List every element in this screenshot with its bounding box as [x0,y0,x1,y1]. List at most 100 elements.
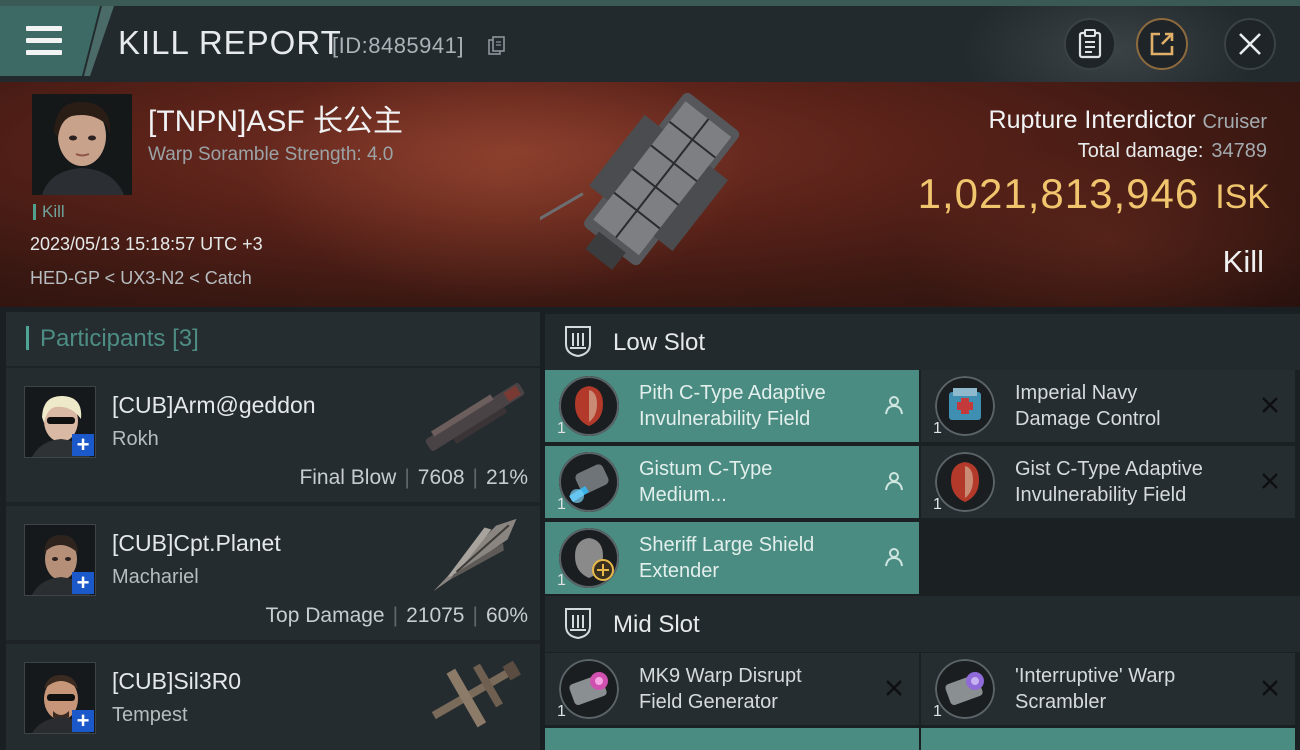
participant-role: Top Damage [265,604,385,627]
module-icon [559,452,619,512]
module-icon [559,528,619,588]
participant-damage: 7608 [417,466,465,489]
ship-class: Cruiser [1202,111,1267,133]
module-name: Gistum C-Type Medium... [639,458,773,506]
kill-tag: Kill [33,203,65,220]
victim-ship[interactable]: Rupture Interdictor Cruiser [989,106,1267,135]
module-name: Pith C-Type Adaptive Invulnerability Fiel… [639,382,826,430]
participants-panel: Participants [3] + [CUB]Arm@geddon Rokh [6,312,540,750]
participant-role: Final Blow [299,466,397,489]
module-item[interactable]: 1 Gistum C-Type Medium... [545,446,919,518]
module-quantity: 1 [933,420,942,437]
participant-card[interactable]: + [CUB]Arm@geddon Rokh Final Blow | 7608 | 2… [6,368,540,502]
x-icon [1262,680,1278,696]
copy-icon[interactable] [488,36,506,56]
participant-avatar[interactable]: + [24,386,96,458]
victim-avatar[interactable] [32,94,132,195]
participant-card[interactable]: + [CUB]Cpt.Planet Machariel Top Damage | 2… [6,506,540,640]
person-icon [885,396,903,415]
low-slot-label: Low Slot [613,329,706,356]
x-icon [1262,473,1278,489]
plus-badge: + [72,572,94,594]
total-damage: Total damage: 34789 [1078,140,1267,163]
participant-ship-image [425,383,525,451]
module-item[interactable]: 1 Pith C-Type Adaptive Invulnerability Fi… [545,370,919,442]
module-item[interactable]: 1 MK9 Warp Disrupt Field Generator [545,653,919,725]
participants-count: [3] [172,325,199,352]
clipboard-button[interactable] [1064,18,1116,70]
header-bar: KILL REPORT [ID:8485941] [0,6,1300,82]
mid-slot-label: Mid Slot [613,611,700,638]
fitting-panel: Low Slot 1 Pith C-Type Adaptive Invulnera… [545,312,1300,750]
victim-name[interactable]: [TNPN]ASF 长公主 [148,96,403,140]
victim-banner: [TNPN]ASF 长公主 Warp Soramble Strength: 4.… [0,82,1300,307]
module-name: MK9 Warp Disrupt Field Generator [639,665,802,713]
kill-datetime: 2023/05/13 15:18:57 UTC +3 [30,234,263,254]
mid-slot-header: Mid Slot [545,596,1300,652]
module-icon [935,659,995,719]
participant-ship: Machariel [112,566,199,588]
participant-name[interactable]: [CUB]Arm@geddon [112,392,316,419]
plus-badge: + [72,434,94,456]
person-icon [885,548,903,567]
ship-name-text: Rupture Interdictor [988,106,1196,134]
participant-ship-image [433,518,517,592]
module-item[interactable]: 1 Gist C-Type Adaptive Invulnerability Fi… [921,446,1295,518]
share-icon [1150,32,1174,56]
module-icon [559,659,619,719]
participants-header: Participants [3] [6,312,540,366]
participant-card[interactable]: + [CUB]Sil3R0 Tempest [6,644,540,750]
module-item[interactable]: 1 Imperial Navy Damage Control [921,370,1295,442]
menu-button[interactable] [0,6,100,76]
isk-unit: ISK [1215,178,1270,216]
isk-value-row: 1,021,813,946 ISK [918,170,1270,218]
participant-stats: Top Damage | 21075 | 60% [265,604,528,627]
module-icon [935,376,995,436]
participant-avatar[interactable]: + [24,662,96,734]
person-icon [885,472,903,491]
participant-ship-image [431,660,521,728]
participant-percent: 21% [485,466,528,489]
victim-subtitle: Warp Soramble Strength: 4.0 [148,144,394,165]
module-quantity: 1 [557,420,566,437]
participant-damage: 21075 [406,604,465,627]
participants-title: Participants [3] [40,325,199,352]
kill-result: Kill [1222,244,1264,279]
module-quantity: 1 [933,496,942,513]
report-id: [ID:8485941] [332,33,464,58]
plus-badge: + [72,710,94,732]
module-icon [935,452,995,512]
module-quantity: 1 [557,703,566,720]
module-quantity: 1 [557,572,566,589]
participant-ship: Tempest [112,704,188,726]
participant-name[interactable]: [CUB]Cpt.Planet [112,530,281,557]
module-item-partial[interactable] [545,728,919,750]
module-name: 'Interruptive' Warp Scrambler [1015,665,1176,713]
share-button[interactable] [1136,18,1188,70]
low-slot-icon [565,326,591,358]
module-item[interactable]: 1 Sheriff Large Shield Extender [545,522,919,594]
participant-avatar[interactable]: + [24,524,96,596]
participant-percent: 60% [485,604,528,627]
low-slot-header: Low Slot [545,314,1300,370]
close-icon [1239,33,1261,55]
module-name: Sheriff Large Shield Extender [639,534,815,582]
module-quantity: 1 [557,496,566,513]
module-quantity: 1 [933,703,942,720]
kill-location[interactable]: HED-GP < UX3-N2 < Catch [30,268,252,289]
participant-ship: Rokh [112,428,159,450]
clipboard-icon [1078,29,1102,59]
close-button[interactable] [1224,18,1276,70]
module-name: Imperial Navy Damage Control [1015,382,1161,430]
module-item-partial[interactable] [921,728,1295,750]
page-title: KILL REPORT [118,24,342,61]
total-damage-value: 34789 [1211,140,1267,162]
x-icon [886,680,902,696]
victim-ship-image [540,92,740,270]
module-name: Gist C-Type Adaptive Invulnerability Fiel… [1015,458,1203,506]
total-damage-label: Total damage: [1077,140,1204,162]
mid-slot-icon [565,608,591,640]
participant-name[interactable]: [CUB]Sil3R0 [112,668,241,695]
module-item[interactable]: 1 'Interruptive' Warp Scrambler [921,653,1295,725]
participant-stats: Final Blow | 7608 | 21% [299,466,528,489]
